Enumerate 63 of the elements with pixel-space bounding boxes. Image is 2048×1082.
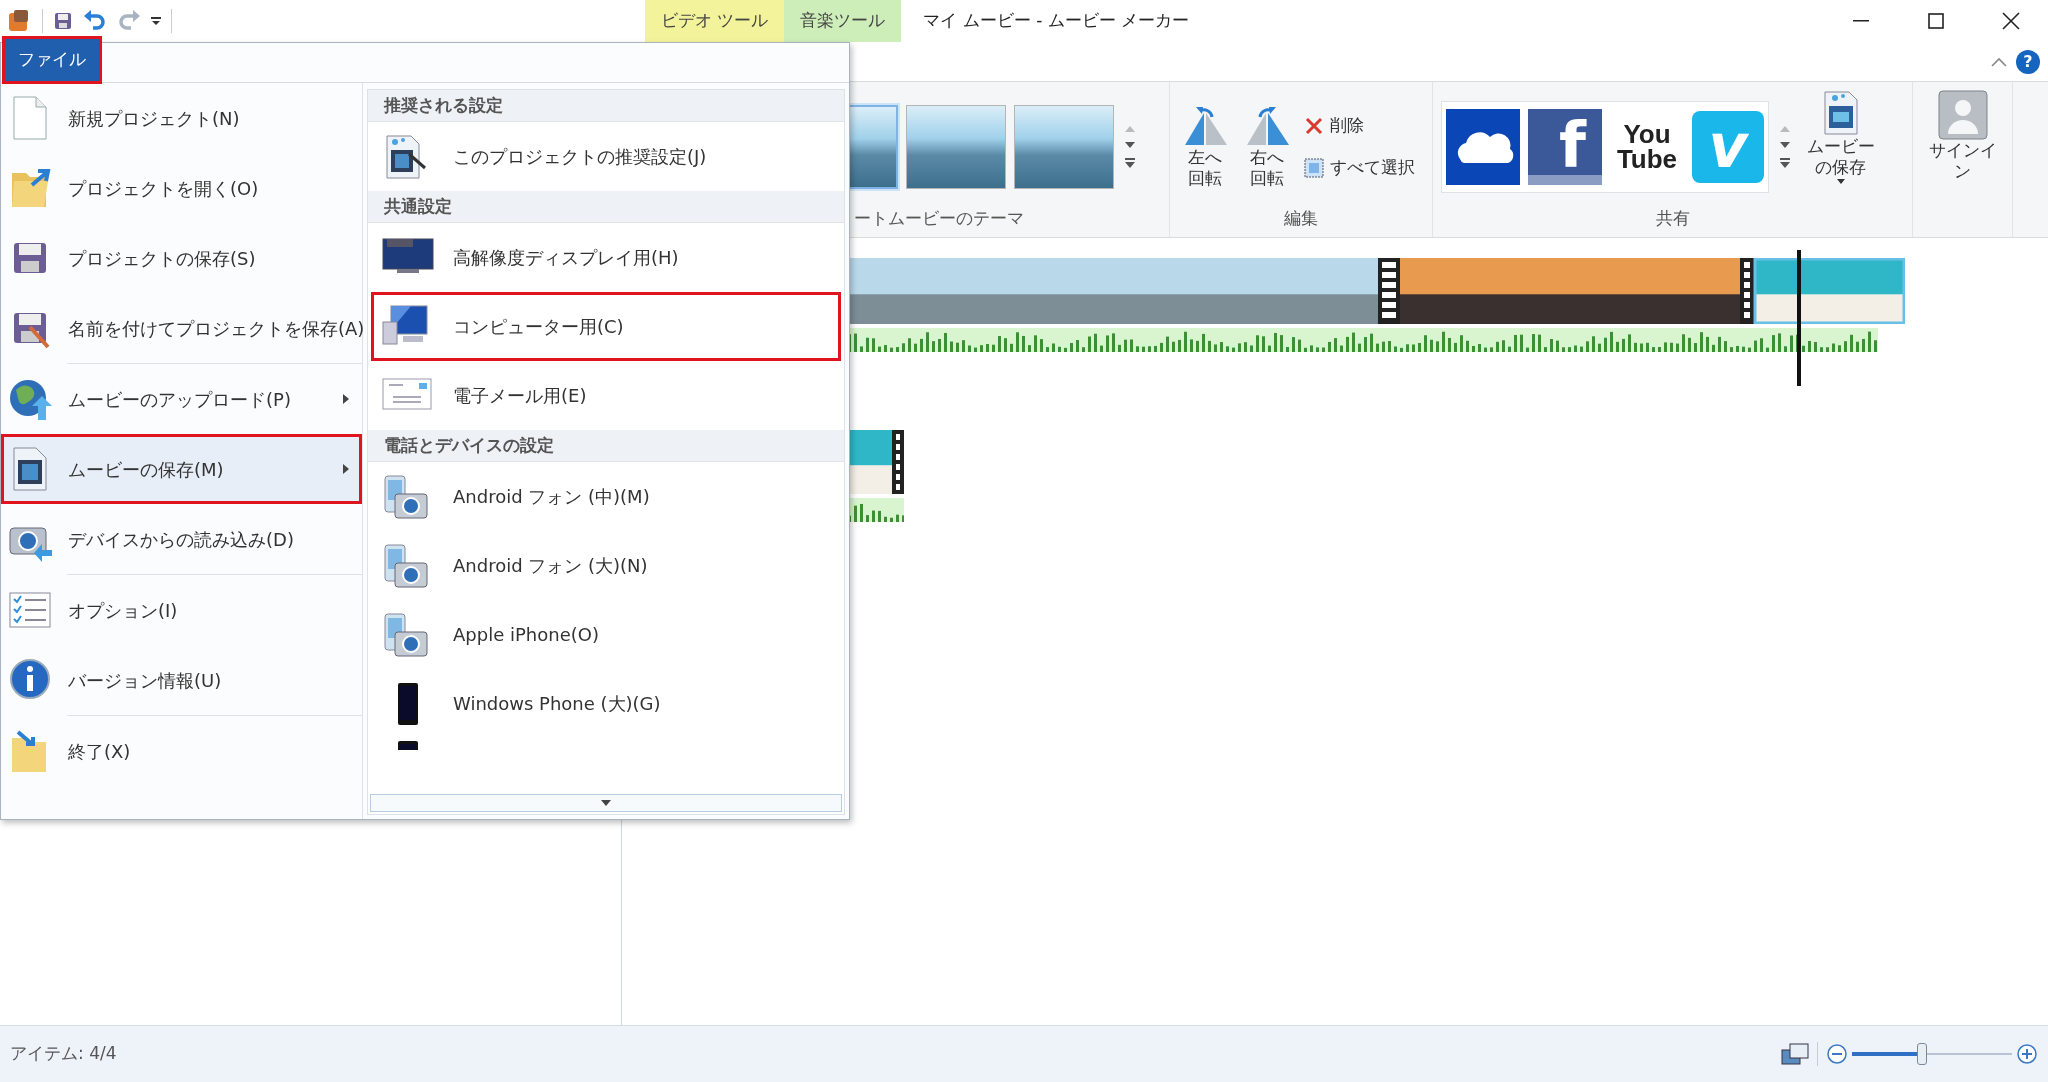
rotate-left-button[interactable]: 左へ回転	[1178, 102, 1232, 191]
storyboard-view-icon[interactable]	[1781, 1042, 1809, 1066]
menu-item[interactable]: Apple iPhone(O)	[371, 600, 841, 669]
theme-thumbnail[interactable]	[1014, 104, 1114, 189]
close-icon	[1999, 11, 2022, 31]
section-header: 共通設定	[368, 191, 844, 223]
caret-icon	[1836, 178, 1845, 184]
menu-item[interactable]: プロジェクトを開く(O)	[1, 153, 362, 223]
menu-item[interactable]: Android フォン (大)(N)	[371, 531, 841, 600]
menu-item[interactable]: Windows Phone (大)(G)	[371, 669, 841, 738]
theme-thumbnail[interactable]	[848, 104, 898, 189]
sign-in-button[interactable]: サインイン	[1921, 88, 2004, 185]
menu-item[interactable]: バージョン情報(U)	[1, 645, 362, 715]
menu-item[interactable]: 高解像度ディスプレイ用(H)	[371, 223, 841, 292]
audio-waveform	[848, 498, 904, 522]
dropdown-icon[interactable]	[151, 16, 161, 26]
save-icon[interactable]	[53, 11, 73, 31]
select-all-button[interactable]: すべて選択	[1302, 150, 1417, 185]
x-icon	[1304, 116, 1324, 136]
caret-icon	[601, 800, 611, 806]
undo-icon[interactable]	[83, 10, 107, 32]
minimize-icon	[1852, 20, 1869, 22]
checkbox-icon	[1304, 157, 1324, 178]
menu-item[interactable]: Android フォン (中)(M)	[371, 462, 841, 531]
scroll-down-icon[interactable]	[1780, 141, 1790, 148]
zoom-slider-thumb[interactable]	[1917, 1043, 1928, 1065]
menu-item[interactable]: 電子メール用(E)	[371, 361, 841, 430]
group-label: 編集	[1283, 206, 1319, 230]
section-header: 電話とデバイスの設定	[368, 430, 844, 462]
menu-item[interactable]: オプション(I)	[1, 575, 362, 645]
menu-item[interactable]: コンピューター用(C)	[371, 292, 841, 361]
save-movie-button[interactable]: ムービーの保存	[1801, 88, 1881, 186]
scroll-down-icon[interactable]	[1125, 141, 1135, 148]
zoom-out-icon[interactable]	[1826, 1043, 1848, 1065]
group-label: ートムービーのテーマ	[853, 206, 1025, 230]
menu-item[interactable]: ムービーのアップロード(P)	[1, 364, 362, 434]
zoom-in-icon[interactable]	[2016, 1043, 2038, 1065]
file-tab[interactable]: ファイル	[2, 36, 102, 84]
group-label: 共有	[1654, 206, 1691, 230]
item-count: アイテム: 4/4	[10, 1042, 117, 1066]
cloud-icon[interactable]	[1446, 108, 1520, 185]
delete-button[interactable]: 削除	[1302, 109, 1417, 143]
facebook-logo[interactable]: f	[1528, 108, 1602, 185]
menu-item[interactable]: 終了(X)	[1, 716, 362, 786]
collapse-ribbon-icon[interactable]	[1990, 55, 2008, 68]
rotate-right-icon	[1244, 104, 1290, 147]
help-button[interactable]: ?	[2016, 49, 2040, 74]
context-tab[interactable]: ビデオ ツール	[645, 0, 785, 42]
rotate-right-button[interactable]: 右へ回転	[1240, 102, 1294, 191]
window-title: マイ ムービー - ムービー メーカー	[922, 9, 1191, 33]
menu-item[interactable]: このプロジェクトの推奨設定(J)	[371, 122, 841, 191]
menu-item[interactable]: 新規プロジェクト(N)	[1, 83, 362, 153]
menu-item[interactable]: デバイスからの読み込み(D)	[1, 504, 362, 574]
section-header: 推奨される設定	[368, 90, 844, 122]
theme-thumbnail[interactable]	[906, 104, 1006, 189]
gallery-expand-icon[interactable]	[1125, 157, 1135, 168]
context-tab[interactable]: 音楽ツール	[784, 0, 902, 42]
menu-item[interactable]: ムービーの保存(M)	[1, 434, 362, 504]
menu-item[interactable]: プロジェクトの保存(S)	[1, 223, 362, 293]
user-icon	[1937, 90, 1988, 140]
rotate-left-icon	[1182, 104, 1228, 147]
menu-item[interactable]: 名前を付けてプロジェクトを保存(A)	[1, 293, 362, 363]
gallery-expand-icon[interactable]	[1780, 157, 1790, 168]
